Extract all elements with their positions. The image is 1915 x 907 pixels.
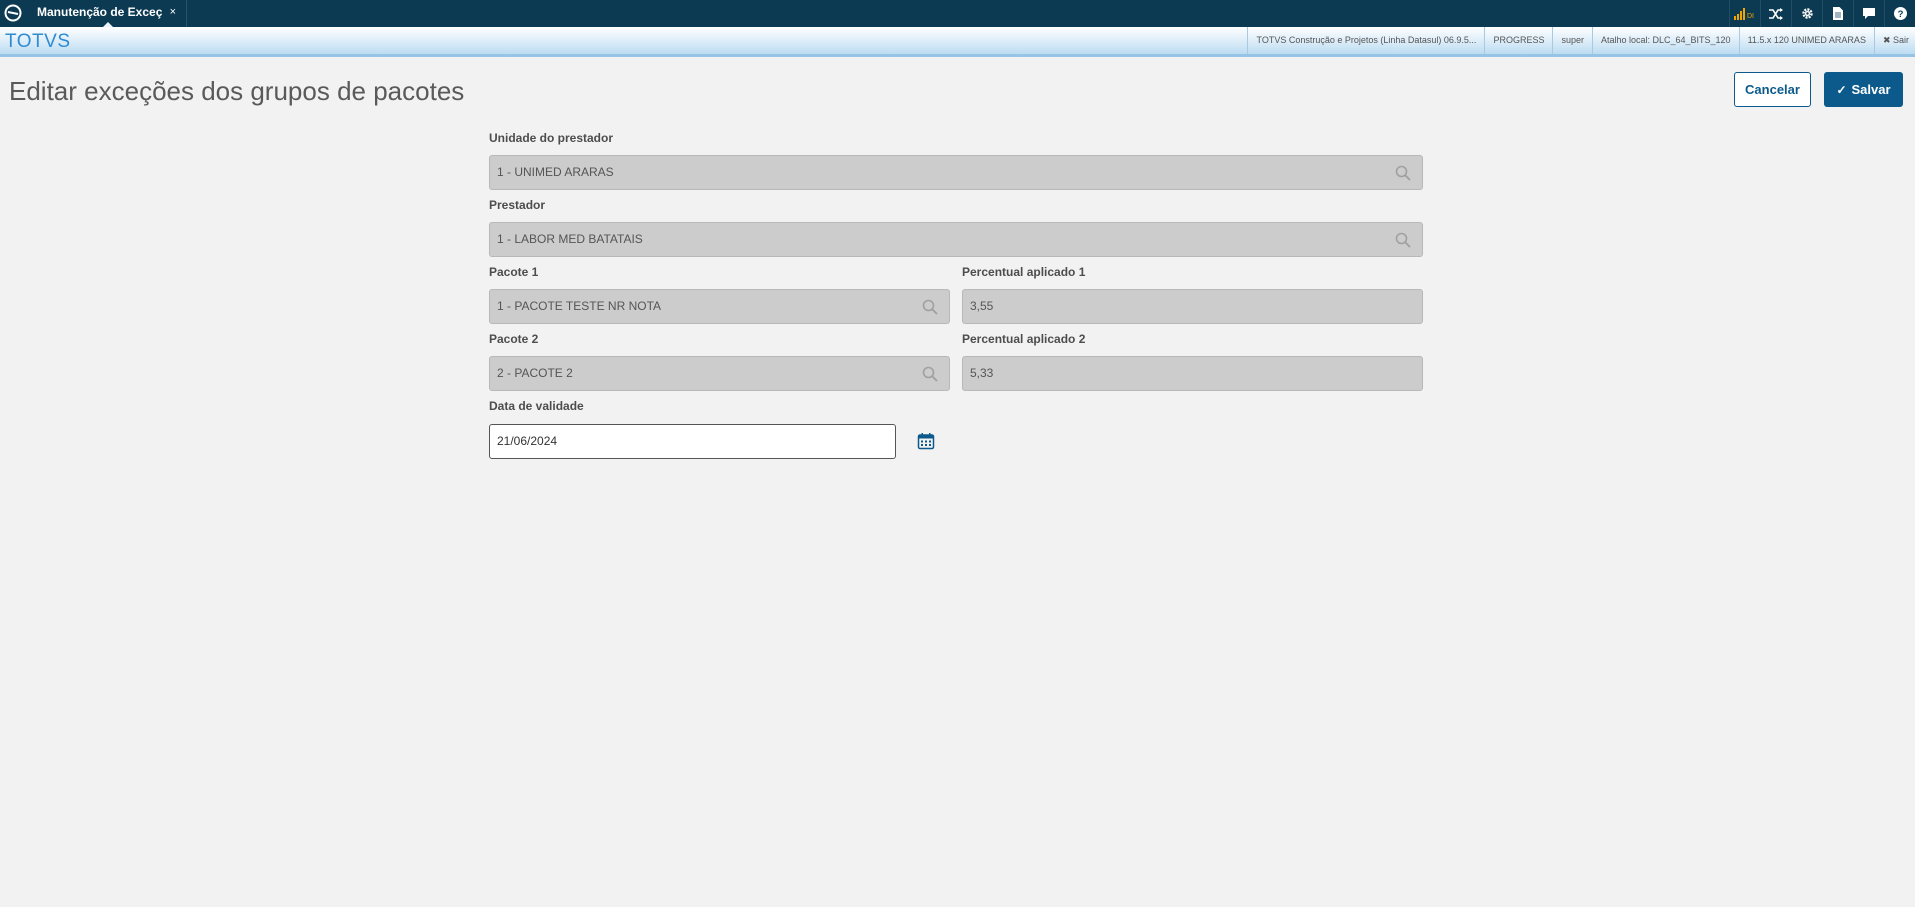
signal-label: DI bbox=[1747, 13, 1754, 20]
brand-logo: TOTVS bbox=[5, 31, 71, 52]
validade-value: 21/06/2024 bbox=[497, 434, 558, 448]
unidade-label: Unidade do prestador bbox=[489, 131, 614, 145]
save-button-label: Salvar bbox=[1851, 82, 1891, 97]
shuffle-icon[interactable] bbox=[1760, 0, 1791, 27]
header-info: TOTVS Construção e Projetos (Linha Datas… bbox=[1247, 27, 1915, 54]
prestador-value: 1 - LABOR MED BATATAIS bbox=[497, 232, 643, 246]
save-button[interactable]: ✓ Salvar bbox=[1824, 72, 1903, 107]
gear-icon[interactable] bbox=[1791, 0, 1822, 27]
validade-input[interactable]: 21/06/2024 bbox=[489, 424, 896, 459]
tab-title: Manutenção de Exceç bbox=[37, 5, 163, 19]
signal-icon[interactable]: DI bbox=[1729, 0, 1760, 27]
search-icon bbox=[922, 366, 938, 382]
check-icon: ✓ bbox=[1836, 82, 1847, 97]
percentual2-value: 5,33 bbox=[970, 366, 994, 380]
info-user: super bbox=[1552, 27, 1592, 54]
prestador-field: 1 - LABOR MED BATATAIS bbox=[489, 222, 1423, 257]
header-bar: TOTVS TOTVS Construção e Projetos (Linha… bbox=[0, 27, 1915, 57]
tab-manutencao[interactable]: Manutenção de Exceç × bbox=[27, 0, 187, 27]
search-icon bbox=[922, 299, 938, 315]
info-database: PROGRESS bbox=[1484, 27, 1552, 54]
pacote1-label: Pacote 1 bbox=[489, 265, 539, 279]
cancel-button[interactable]: Cancelar bbox=[1734, 72, 1811, 107]
unidade-value: 1 - UNIMED ARARAS bbox=[497, 165, 614, 179]
pacote2-value: 2 - PACOTE 2 bbox=[497, 366, 573, 380]
validade-label: Data de validade bbox=[489, 399, 584, 413]
prestador-label: Prestador bbox=[489, 198, 546, 212]
info-shortcut: Atalho local: DLC_64_BITS_120 bbox=[1591, 27, 1739, 54]
svg-text:?: ? bbox=[1897, 9, 1903, 20]
pacote1-field: 1 - PACOTE TESTE NR NOTA bbox=[489, 289, 950, 324]
percentual1-label: Percentual aplicado 1 bbox=[962, 265, 1086, 279]
logout-link[interactable]: ✖ Sair bbox=[1873, 27, 1915, 54]
document-icon[interactable] bbox=[1822, 0, 1853, 27]
page-title: Editar exceções dos grupos de pacotes bbox=[9, 76, 465, 106]
percentual2-field: 5,33 bbox=[962, 356, 1423, 391]
pacote1-value: 1 - PACOTE TESTE NR NOTA bbox=[497, 299, 662, 313]
help-icon[interactable]: ? bbox=[1884, 0, 1915, 27]
info-product: TOTVS Construção e Projetos (Linha Datas… bbox=[1247, 27, 1484, 54]
search-icon bbox=[1395, 232, 1411, 248]
unidade-field: 1 - UNIMED ARARAS bbox=[489, 155, 1423, 190]
top-bar: Manutenção de Exceç × DI ? bbox=[0, 0, 1915, 27]
tab-close-icon[interactable]: × bbox=[170, 0, 176, 24]
chat-icon[interactable] bbox=[1853, 0, 1884, 27]
app-logo-icon[interactable] bbox=[3, 3, 23, 23]
calendar-icon[interactable] bbox=[917, 432, 935, 450]
top-icon-bar: DI ? bbox=[1729, 0, 1915, 27]
pacote2-field: 2 - PACOTE 2 bbox=[489, 356, 950, 391]
percentual2-label: Percentual aplicado 2 bbox=[962, 332, 1086, 346]
pacote2-label: Pacote 2 bbox=[489, 332, 539, 346]
percentual1-value: 3,55 bbox=[970, 299, 994, 313]
percentual1-field: 3,55 bbox=[962, 289, 1423, 324]
search-icon bbox=[1395, 165, 1411, 181]
info-version: 11.5.x 120 UNIMED ARARAS bbox=[1738, 27, 1874, 54]
